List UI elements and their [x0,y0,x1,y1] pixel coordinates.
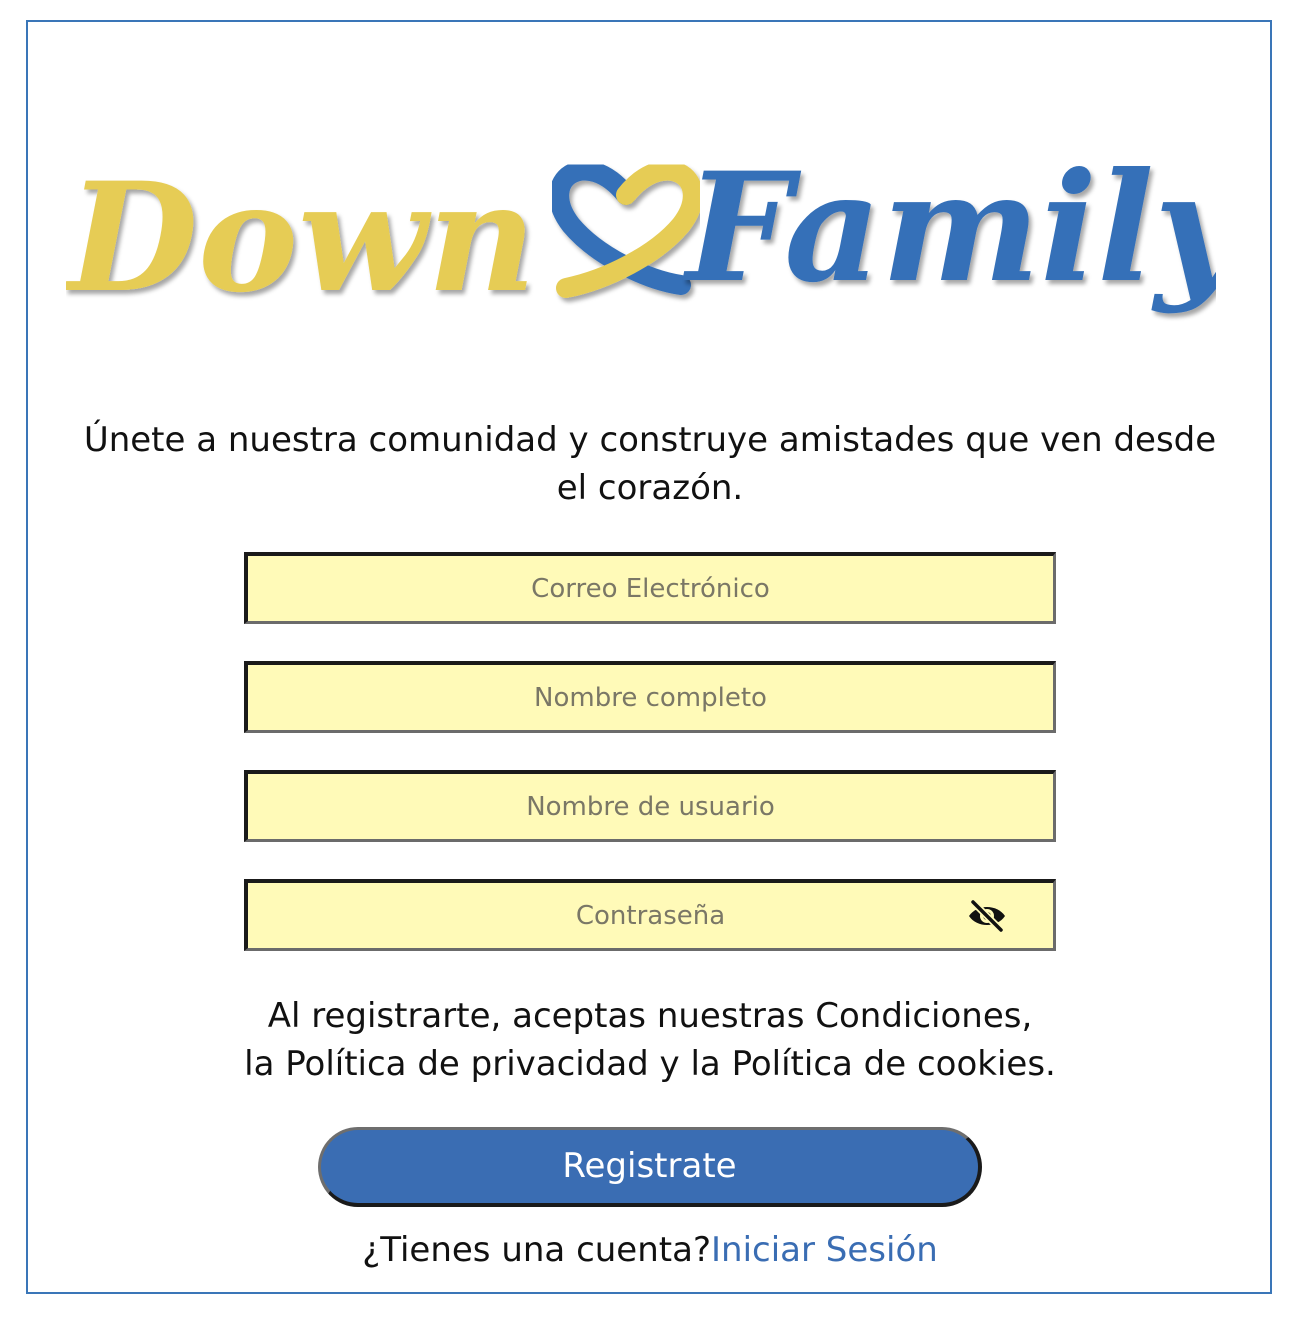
password-field[interactable] [248,883,1053,948]
username-field[interactable] [248,774,1053,839]
logo-text-family: Family [682,140,1216,316]
login-prompt-row: ¿Tienes una cuenta?Iniciar Sesión [100,1226,1200,1274]
terms-text: Al registrarte, aceptas nuestras Condici… [150,992,1150,1088]
login-prompt: ¿Tienes una cuenta? [362,1230,711,1270]
fullname-field-wrapper [244,661,1056,733]
heart-ribbon-icon [549,160,703,298]
username-field-wrapper [244,770,1056,842]
terms-line-1: Al registrarte, aceptas nuestras Condici… [267,996,1033,1036]
password-field-wrapper [244,879,1056,951]
eye-slash-icon[interactable] [967,899,1007,933]
login-link[interactable]: Iniciar Sesión [711,1230,938,1270]
down-family-logo: Down Family [66,140,1216,370]
tagline: Únete a nuestra comunidad y construye am… [83,420,1217,508]
email-field-wrapper [244,552,1056,624]
terms-line-2: la Política de privacidad y la Política … [244,1044,1056,1084]
logo-text-down: Down [66,150,536,326]
email-field[interactable] [248,556,1053,621]
register-button[interactable]: Registrate [318,1127,982,1207]
fullname-field[interactable] [248,665,1053,730]
